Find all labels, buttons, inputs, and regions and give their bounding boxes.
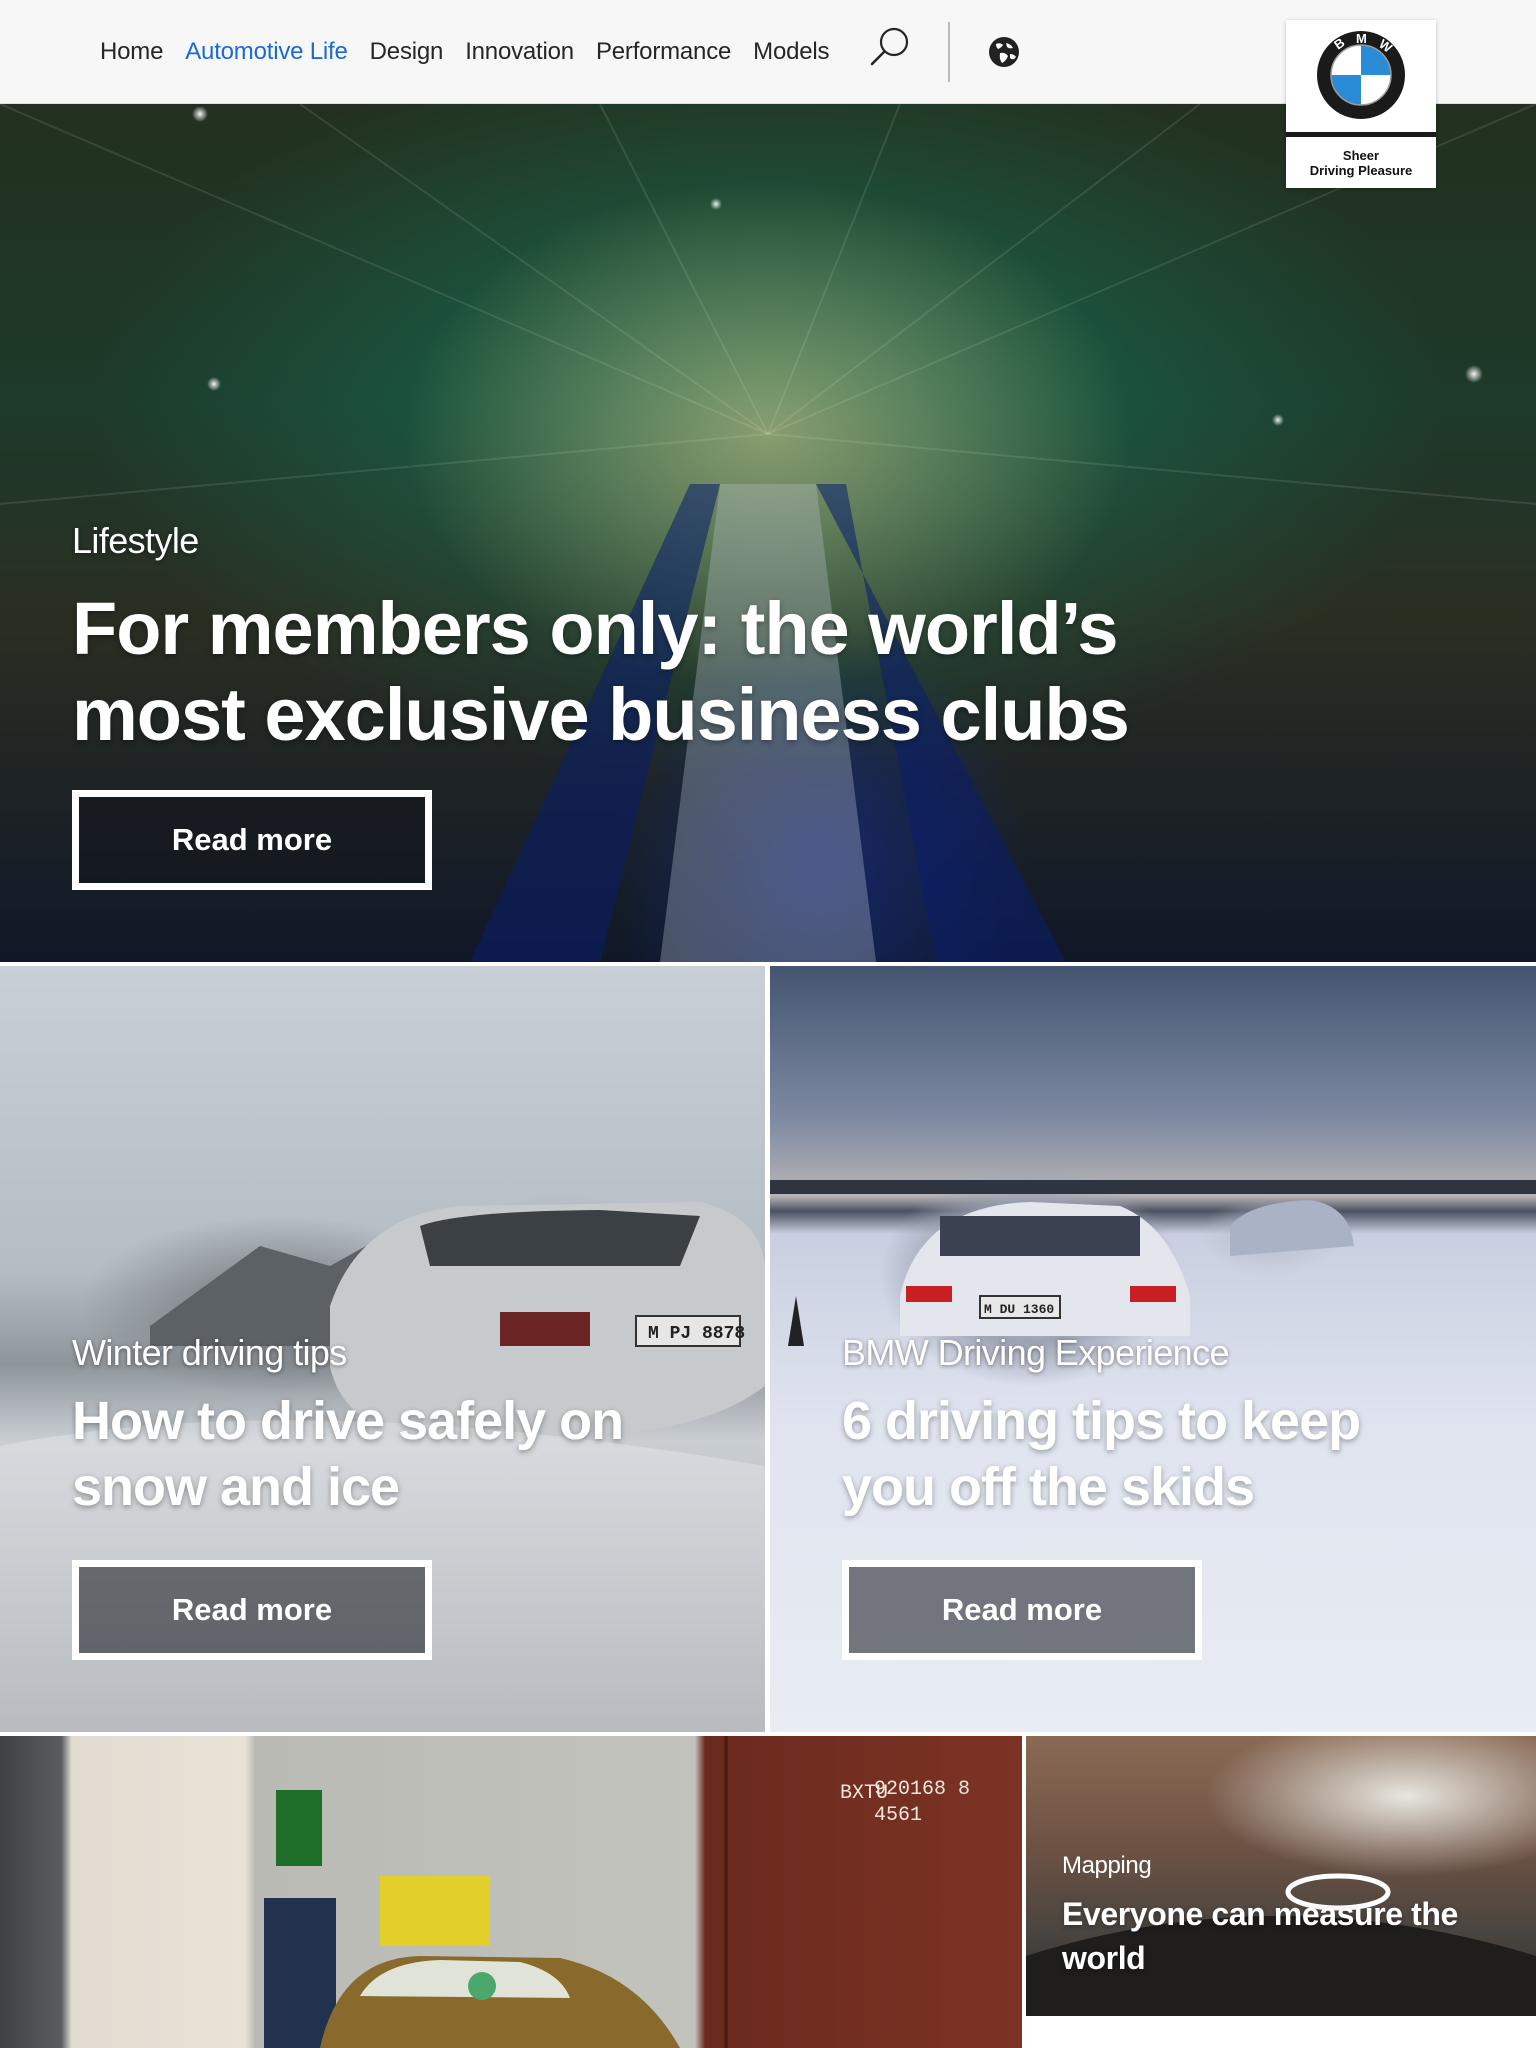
card-1-read-more-button[interactable]: Read more [72, 1560, 432, 1660]
bmw-logo[interactable]: B M W Sheer Driving Pleasure [1286, 20, 1436, 188]
nav-performance[interactable]: Performance [596, 34, 731, 70]
container-code-2: 920168 8 [874, 1778, 970, 1801]
nav-models[interactable]: Models [753, 34, 829, 70]
ice-car-plate: M DU 1360 [984, 1302, 1054, 1317]
tagline-line-2: Driving Pleasure [1309, 163, 1413, 178]
nav-design[interactable]: Design [370, 34, 444, 70]
hero-headline-line-1: For members only: the world’s [72, 587, 1119, 670]
nav-automotive-life[interactable]: Automotive Life [185, 34, 348, 70]
card-2-category: BMW Driving Experience [842, 1332, 1230, 1373]
logo-tagline: Sheer Driving Pleasure [1286, 148, 1436, 178]
nav-home[interactable]: Home [100, 34, 163, 70]
hero-headline: For members only: the world’s most exclu… [72, 586, 1130, 758]
card-1-category: Winter driving tips [72, 1332, 347, 1373]
container-code-3: 4561 [874, 1804, 922, 1827]
article-card-winter-driving[interactable]: M PJ 8878 Winter driving tips How to dri… [0, 966, 765, 1732]
hero-article[interactable]: Lifestyle For members only: the world’s … [0, 104, 1536, 962]
article-card-garage[interactable]: BXTU 920168 8 4561 [0, 1736, 1022, 2048]
article-card-mapping[interactable]: Mapping Everyone can measure the world [1026, 1736, 1536, 2016]
card-1-headline: How to drive safely on snow and ice [72, 1388, 624, 1520]
mapping-headline-line-1: Everyone can measure the [1062, 1896, 1458, 1932]
card-2-read-more-button[interactable]: Read more [842, 1560, 1202, 1660]
mapping-headline-line-2: world [1062, 1940, 1146, 1976]
card-2-headline: 6 driving tips to keep you off the skids [842, 1388, 1361, 1520]
logo-separator [1286, 132, 1436, 137]
card-2-headline-line-1: 6 driving tips to keep [842, 1391, 1361, 1451]
winter-car-plate: M PJ 8878 [648, 1324, 745, 1344]
card-2-headline-line-2: you off the skids [842, 1457, 1255, 1517]
main-nav: Home Automotive Life Design Innovation P… [100, 34, 830, 70]
bmw-roundel-icon: B M W [1317, 31, 1405, 119]
nav-divider [948, 22, 950, 82]
svg-text:M: M [1356, 31, 1367, 46]
nav-innovation[interactable]: Innovation [465, 34, 574, 70]
mapping-headline: Everyone can measure the world [1062, 1892, 1458, 1980]
hero-read-more-button[interactable]: Read more [72, 790, 432, 890]
card-1-headline-line-1: How to drive safely on [72, 1391, 624, 1451]
search-icon[interactable] [866, 24, 914, 72]
site-header: Home Automotive Life Design Innovation P… [0, 0, 1536, 188]
tagline-line-1: Sheer [1342, 148, 1380, 163]
garage-scene-shapes: BXTU 920168 8 4561 [264, 1736, 970, 2048]
article-card-skid-tips[interactable]: M DU 1360 BMW Driving Experience 6 drivi… [770, 966, 1536, 1732]
card-1-headline-line-2: snow and ice [72, 1457, 400, 1517]
globe-icon[interactable] [986, 34, 1022, 70]
hero-category: Lifestyle [72, 520, 199, 561]
mapping-category: Mapping [1062, 1852, 1152, 1879]
hero-headline-line-2: most exclusive business clubs [72, 673, 1130, 756]
